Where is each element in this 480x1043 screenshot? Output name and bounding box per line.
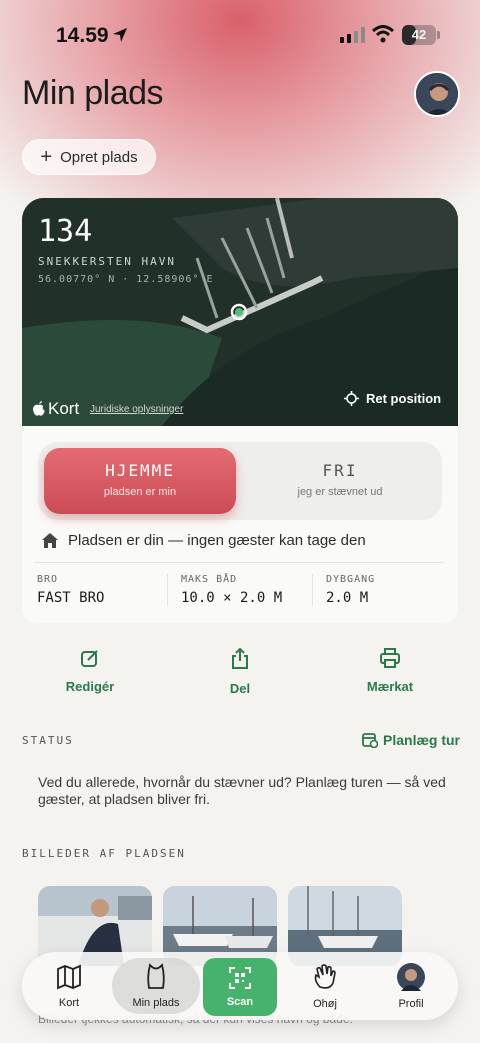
- battery-level: 42: [411, 27, 427, 42]
- create-berth-button[interactable]: + Opret plads: [22, 139, 156, 175]
- plan-trip-label: Planlæg tur: [383, 732, 461, 748]
- tab-map[interactable]: Kort: [34, 958, 104, 1014]
- maps-brand-label: Kort: [48, 399, 80, 418]
- mode-info-text: Pladsen er din — ingen gæster kan tage d…: [68, 532, 366, 549]
- tab-my-berth[interactable]: Min plads: [112, 958, 200, 1014]
- tab-my-berth-label: Min plads: [132, 997, 180, 1009]
- tab-scan[interactable]: Scan: [203, 958, 277, 1016]
- berth-details: HJEMME pladsen er min FRI jeg er stævnet…: [22, 426, 458, 623]
- mode-free-button[interactable]: FRI jeg er stævnet ud: [244, 448, 436, 514]
- coordinates: 56.00770° N · 12.58906° E: [38, 274, 214, 285]
- house-icon: [42, 533, 58, 548]
- cellular-signal-icon: [340, 27, 365, 43]
- battery-tip: [437, 31, 440, 39]
- share-icon: [232, 647, 248, 669]
- action-row: Redigér Del Mærkat: [22, 647, 458, 708]
- create-berth-label: Opret plads: [60, 148, 138, 166]
- spec-max-boat: MAKS BÅD 10.0 × 2.0 M: [181, 574, 282, 606]
- profile-avatar-icon: [397, 963, 425, 991]
- status-bar: 14.59 42: [0, 0, 480, 70]
- berth-number: 134: [38, 214, 93, 249]
- photos-heading: BILLEDER AF PLADSEN: [22, 847, 186, 860]
- spec-separator: [312, 574, 313, 606]
- spec-max-boat-label: MAKS BÅD: [181, 574, 238, 585]
- share-label: Del: [229, 681, 251, 696]
- plan-trip-link[interactable]: Planlæg tur: [362, 732, 460, 748]
- spec-depth: DYBGANG 2.0 M: [326, 574, 375, 606]
- legal-link[interactable]: Juridiske oplysninger: [90, 404, 183, 415]
- crosshair-icon: [344, 391, 359, 406]
- edit-icon: [81, 650, 98, 667]
- mode-free-title: FRI: [322, 461, 358, 480]
- spec-depth-value: 2.0 M: [326, 590, 369, 606]
- clock: 14.59: [56, 24, 109, 47]
- printer-icon: [380, 648, 400, 668]
- share-button[interactable]: Del: [178, 647, 302, 708]
- mode-free-subtitle: jeg er stævnet ud: [297, 486, 383, 498]
- edit-button[interactable]: Redigér: [28, 648, 152, 708]
- plus-icon: +: [40, 146, 53, 168]
- status-heading: STATUS: [22, 734, 74, 747]
- satellite-map[interactable]: 134 SNEKKERSTEN HAVN 56.00770° N · 12.58…: [22, 198, 458, 426]
- tab-ahoy-label: Ohøj: [313, 998, 337, 1010]
- boat-berth-icon: [147, 963, 165, 989]
- status-text: Ved du allerede, hvornår du stævner ud? …: [38, 774, 446, 807]
- apple-maps-logo: Kort: [32, 399, 79, 419]
- reset-position-label: Ret position: [366, 391, 442, 406]
- berth-card: 134 SNEKKERSTEN HAVN 56.00770° N · 12.58…: [22, 198, 458, 623]
- wifi-icon: [372, 25, 394, 43]
- spec-depth-label: DYBGANG: [326, 574, 376, 585]
- profile-avatar[interactable]: [414, 71, 460, 117]
- edit-label: Redigér: [65, 679, 115, 694]
- spec-dock-value: FAST BRO: [37, 590, 105, 606]
- mode-info: Pladsen er din — ingen gæster kan tage d…: [42, 532, 366, 549]
- tab-ahoy[interactable]: Ohøj: [290, 958, 360, 1014]
- qr-scan-icon: [229, 967, 251, 989]
- calendar-clock-icon: [362, 733, 378, 748]
- spec-max-boat-value: 10.0 × 2.0 M: [181, 590, 283, 606]
- battery-icon: 42: [402, 25, 436, 45]
- tab-scan-label: Scan: [226, 996, 254, 1008]
- apple-logo-icon: [33, 401, 45, 416]
- tab-bar: Kort Min plads Scan Ohøj Profil: [22, 952, 458, 1020]
- mode-home-button[interactable]: HJEMME pladsen er min: [44, 448, 236, 514]
- reset-position-button[interactable]: Ret position: [344, 391, 441, 406]
- map-icon: [57, 964, 81, 990]
- location-arrow-icon: [113, 28, 127, 42]
- spec-dock: BRO FAST BRO: [37, 574, 104, 606]
- divider: [34, 562, 444, 563]
- harbor-name: SNEKKERSTEN HAVN: [38, 255, 176, 268]
- waving-hand-icon: [314, 964, 336, 989]
- mode-home-title: HJEMME: [105, 461, 175, 480]
- tab-profile-label: Profil: [398, 998, 424, 1010]
- tab-map-label: Kort: [58, 997, 80, 1009]
- mode-toggle: HJEMME pladsen er min FRI jeg er stævnet…: [38, 442, 442, 520]
- tab-profile[interactable]: Profil: [376, 958, 446, 1014]
- mode-home-subtitle: pladsen er min: [103, 486, 177, 498]
- spec-separator: [167, 574, 168, 606]
- label-label: Mærkat: [366, 679, 414, 694]
- spec-dock-label: BRO: [37, 574, 59, 585]
- label-button[interactable]: Mærkat: [328, 648, 452, 708]
- page-title: Min plads: [22, 74, 164, 112]
